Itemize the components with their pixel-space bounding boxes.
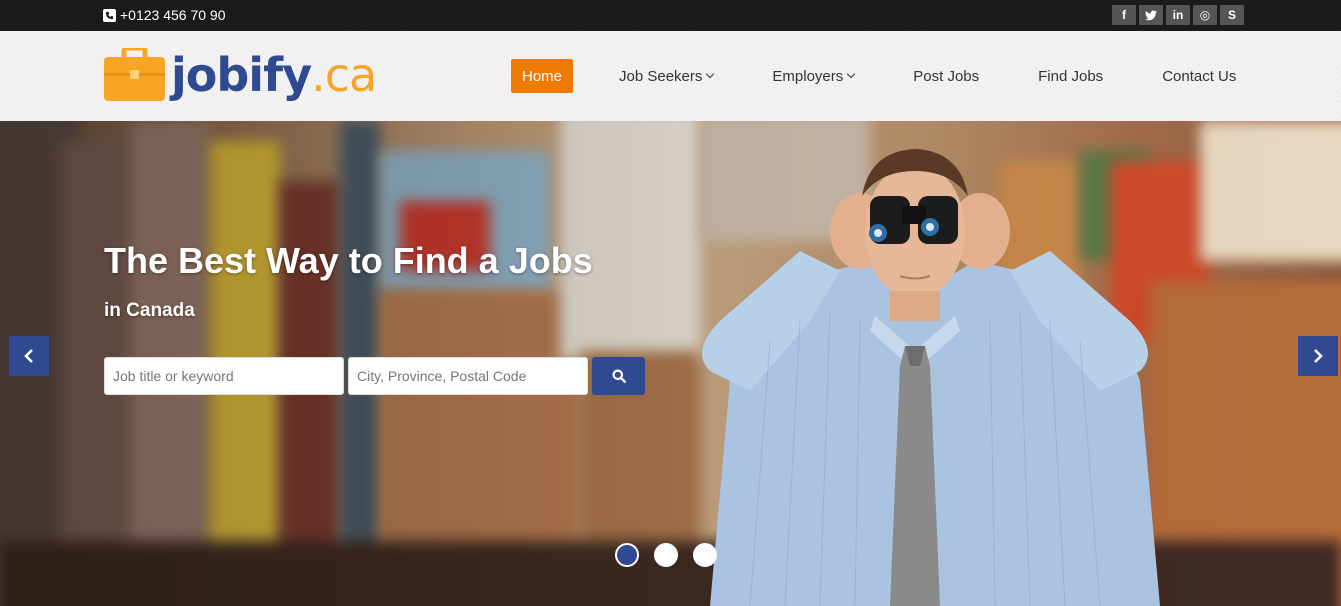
nav-employers[interactable]: Employers — [761, 59, 865, 93]
slider-dot[interactable] — [693, 543, 717, 567]
hero-headline: The Best Way to Find a Jobs — [104, 240, 593, 281]
hero-slider: The Best Way to Find a Jobs in Canada — [0, 121, 1341, 606]
phone-icon — [103, 8, 116, 22]
main-nav: Home Job Seekers Employers Post Jobs Fin… — [511, 59, 1247, 93]
nav-job-seekers[interactable]: Job Seekers — [608, 59, 724, 93]
slider-next-button[interactable] — [1298, 336, 1338, 376]
slider-dot[interactable] — [615, 543, 639, 567]
nav-contact-us[interactable]: Contact Us — [1151, 59, 1247, 93]
keyword-input[interactable] — [104, 357, 344, 395]
facebook-icon[interactable]: f — [1112, 5, 1136, 25]
search-button[interactable] — [592, 357, 645, 395]
top-bar: +0123 456 70 90 f in ◎ S — [0, 0, 1341, 31]
chevron-right-icon — [1314, 349, 1323, 363]
linkedin-icon[interactable]: in — [1166, 5, 1190, 25]
nav-find-jobs[interactable]: Find Jobs — [1027, 59, 1114, 93]
hero-subline: in Canada — [104, 300, 195, 321]
site-logo[interactable]: jobify.ca — [104, 45, 377, 102]
chevron-down-icon — [847, 69, 856, 79]
briefcase-icon — [104, 45, 165, 101]
logo-tld: .ca — [311, 47, 377, 102]
search-icon — [612, 369, 626, 383]
social-links: f in ◎ S — [1112, 5, 1244, 25]
man-with-binoculars-image — [702, 149, 1160, 606]
twitter-icon[interactable] — [1139, 5, 1163, 25]
logo-name: jobify — [171, 47, 312, 102]
job-search-form — [104, 357, 645, 395]
skype-icon[interactable]: S — [1220, 5, 1244, 25]
phone-number: +0123 456 70 90 — [120, 7, 226, 23]
site-header: jobify.ca Home Job Seekers Employers Pos… — [0, 31, 1341, 121]
slider-prev-button[interactable] — [9, 336, 49, 376]
slider-pagination — [615, 543, 717, 567]
phone-contact: +0123 456 70 90 — [103, 7, 226, 23]
nav-post-jobs[interactable]: Post Jobs — [902, 59, 990, 93]
chevron-down-icon — [706, 69, 715, 79]
dribbble-icon[interactable]: ◎ — [1193, 5, 1217, 25]
slider-dot[interactable] — [654, 543, 678, 567]
chevron-left-icon — [24, 349, 33, 363]
nav-home[interactable]: Home — [511, 59, 574, 93]
location-input[interactable] — [348, 357, 588, 395]
